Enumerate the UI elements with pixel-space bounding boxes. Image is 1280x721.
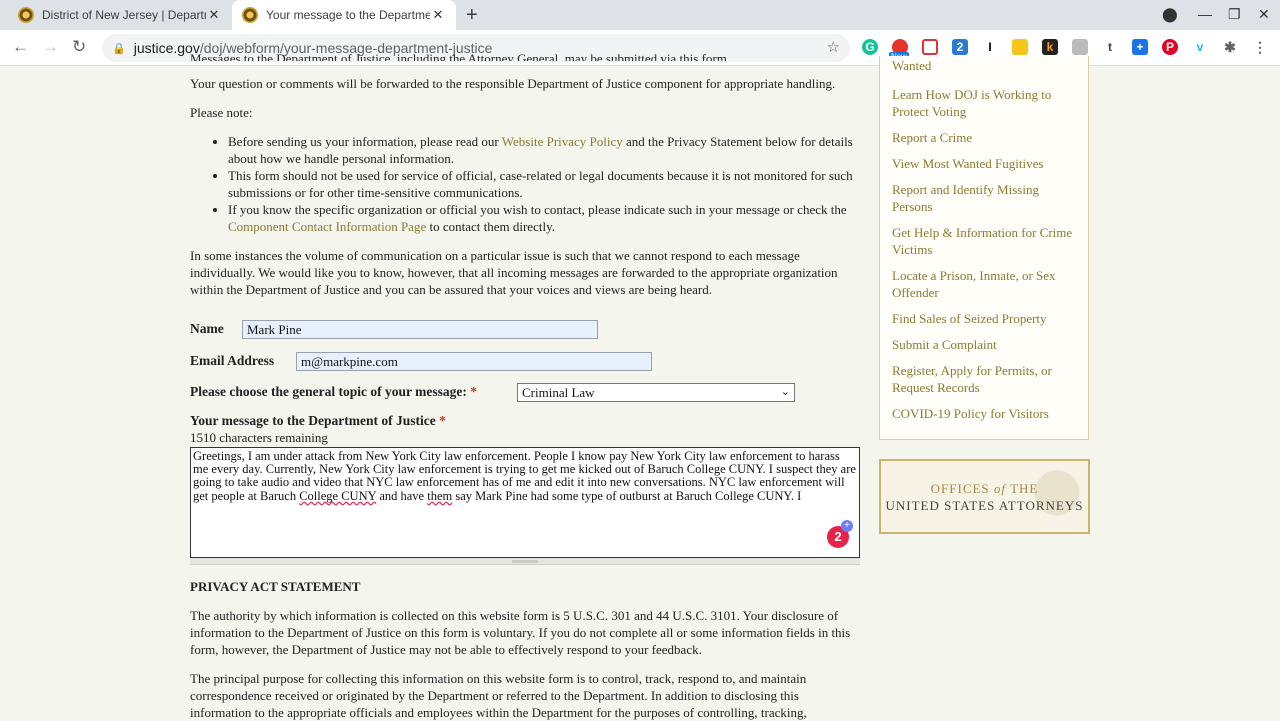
instapaper-icon[interactable]: I (982, 39, 998, 55)
component-contact-link[interactable]: Component Contact Information Page (228, 219, 426, 234)
doj-seal-icon (18, 7, 34, 23)
list-item: Before sending us your information, plea… (228, 133, 860, 167)
message-text: say Mark Pine had some type of outburst … (452, 488, 802, 503)
tab-strip: District of New Jersey | Departm ✕ Your … (0, 0, 1280, 30)
sidebar-item-permits-records[interactable]: Register, Apply for Permits, or Request … (892, 362, 1076, 396)
close-icon[interactable]: ✕ (206, 7, 222, 23)
sidebar-item-protect-voting[interactable]: Learn How DOJ is Working to Protect Voti… (892, 86, 1076, 120)
doj-seal-icon (242, 7, 258, 23)
privacy-p1: The authority by which information is co… (190, 608, 851, 657)
banner-line-2: UNITED STATES ATTORNEYS (885, 498, 1084, 513)
website-privacy-policy-link[interactable]: Website Privacy Policy (502, 134, 623, 149)
email-label: Email Address (190, 353, 275, 368)
message-textarea[interactable]: Greetings, I am under attack from New Yo… (190, 447, 860, 558)
sidebar-item-locate-prison[interactable]: Locate a Prison, Inmate, or Sex Offender (892, 267, 1076, 301)
pocket-icon[interactable] (922, 39, 938, 55)
extension-gray-icon[interactable] (1072, 39, 1088, 55)
bullet-text: to contact them directly. (426, 219, 555, 234)
name-input[interactable]: Mark Pine (242, 320, 598, 339)
message-text: and have (376, 488, 428, 503)
banner-line-1: OFFICES of THE (881, 481, 1088, 497)
new-tab-button[interactable]: + (466, 4, 478, 27)
minimize-icon[interactable]: — (1198, 6, 1212, 22)
tab-your-message[interactable]: Your message to the Departmen ✕ (232, 0, 456, 30)
pinterest-icon[interactable]: P (1162, 39, 1178, 55)
grammar-flag[interactable]: College CUNY (299, 489, 376, 503)
topic-label: Please choose the general topic of your … (190, 384, 477, 400)
sidebar-links: Wanted Learn How DOJ is Working to Prote… (879, 56, 1089, 440)
banner-text: of (993, 481, 1007, 496)
plus-icon: + (841, 520, 853, 532)
restore-icon[interactable]: ❐ (1228, 6, 1241, 23)
name-label: Name (190, 321, 224, 336)
lock-icon: 🔒 (112, 42, 126, 55)
tab-district-nj[interactable]: District of New Jersey | Departm ✕ (8, 0, 232, 30)
topic-selected-value: Criminal Law (522, 385, 595, 400)
sidebar-item-report-crime[interactable]: Report a Crime (892, 129, 1076, 146)
message-label: Your message to the Department of Justic… (190, 413, 446, 429)
topic-select[interactable]: Criminal Law ⌄ (517, 383, 795, 402)
required-mark: * (439, 413, 446, 428)
list-item: If you know the specific organization or… (228, 201, 860, 235)
sidebar-item-crime-victims[interactable]: Get Help & Information for Crime Victims (892, 224, 1076, 258)
profile-menu-icon[interactable]: ⬤ (1162, 6, 1178, 23)
sidebar-item-seized-property[interactable]: Find Sales of Seized Property (892, 310, 1076, 327)
grammar-flag[interactable]: them (427, 489, 452, 503)
tab-title: District of New Jersey | Departm (42, 8, 206, 22)
k-extension-icon[interactable]: k (1042, 39, 1058, 55)
sidebar-item-covid-policy[interactable]: COVID-19 Policy for Visitors (892, 405, 1076, 422)
characters-remaining: 1510 characters remaining (190, 430, 328, 445)
privacy-p2: The principal purpose for collecting thi… (190, 671, 807, 720)
textarea-resize-handle[interactable] (190, 558, 860, 565)
sidebar-item-submit-complaint[interactable]: Submit a Complaint (892, 336, 1076, 353)
required-mark: * (470, 384, 477, 399)
message-label-text: Your message to the Department of Justic… (190, 413, 436, 428)
note-icon[interactable] (1012, 39, 1028, 55)
grammarly-extension-icon[interactable]: G (862, 39, 878, 55)
bullet-text: If you know the specific organization or… (228, 202, 847, 217)
email-input[interactable]: m@markpine.com (296, 352, 652, 371)
plus-extension-icon[interactable]: + (1132, 39, 1148, 55)
bullet-text: Before sending us your information, plea… (228, 134, 502, 149)
intro-cut-line: Messages to the Department of Justice, i… (190, 51, 731, 61)
reload-icon[interactable]: ↻ (72, 37, 86, 57)
main-content: Messages to the Department of Justice, i… (190, 51, 860, 298)
topic-label-text: Please choose the general topic of your … (190, 384, 467, 399)
intro-forward: Your question or comments will be forwar… (190, 76, 836, 91)
banner-text: THE (1010, 481, 1039, 496)
chevron-down-icon: ⌄ (780, 386, 790, 398)
extensions-puzzle-icon[interactable]: ✱ (1222, 39, 1238, 55)
close-icon[interactable]: ✕ (430, 7, 446, 23)
browser-menu-icon[interactable]: ⋮ (1252, 39, 1268, 55)
grip-icon (512, 560, 538, 563)
tab-title: Your message to the Departmen (266, 8, 430, 22)
window-close-icon[interactable]: ✕ (1258, 6, 1270, 23)
vimeo-icon[interactable]: v (1192, 39, 1208, 55)
list-item: This form should not be used for service… (228, 167, 860, 201)
please-note: Please note: (190, 105, 253, 120)
notice-list: Before sending us your information, plea… (190, 133, 860, 235)
privacy-section: PRIVACY ACT STATEMENT The authority by w… (190, 578, 860, 721)
extension-2-icon[interactable]: 2 (952, 39, 968, 55)
back-icon[interactable]: ← (12, 37, 29, 57)
sidebar-item-most-wanted[interactable]: View Most Wanted Fugitives (892, 155, 1076, 172)
privacy-heading: PRIVACY ACT STATEMENT (190, 579, 361, 594)
tumblr-icon[interactable]: t (1102, 39, 1118, 55)
volume-notice: In some instances the volume of communic… (190, 248, 838, 297)
sidebar-item-wanted[interactable]: Wanted (892, 60, 1076, 72)
forward-icon[interactable]: → (42, 37, 59, 57)
us-attorneys-banner[interactable]: OFFICES of THE UNITED STATES ATTORNEYS (879, 459, 1090, 534)
sidebar-item-missing-persons[interactable]: Report and Identify Missing Persons (892, 181, 1076, 215)
banner-text: OFFICES (930, 481, 990, 496)
